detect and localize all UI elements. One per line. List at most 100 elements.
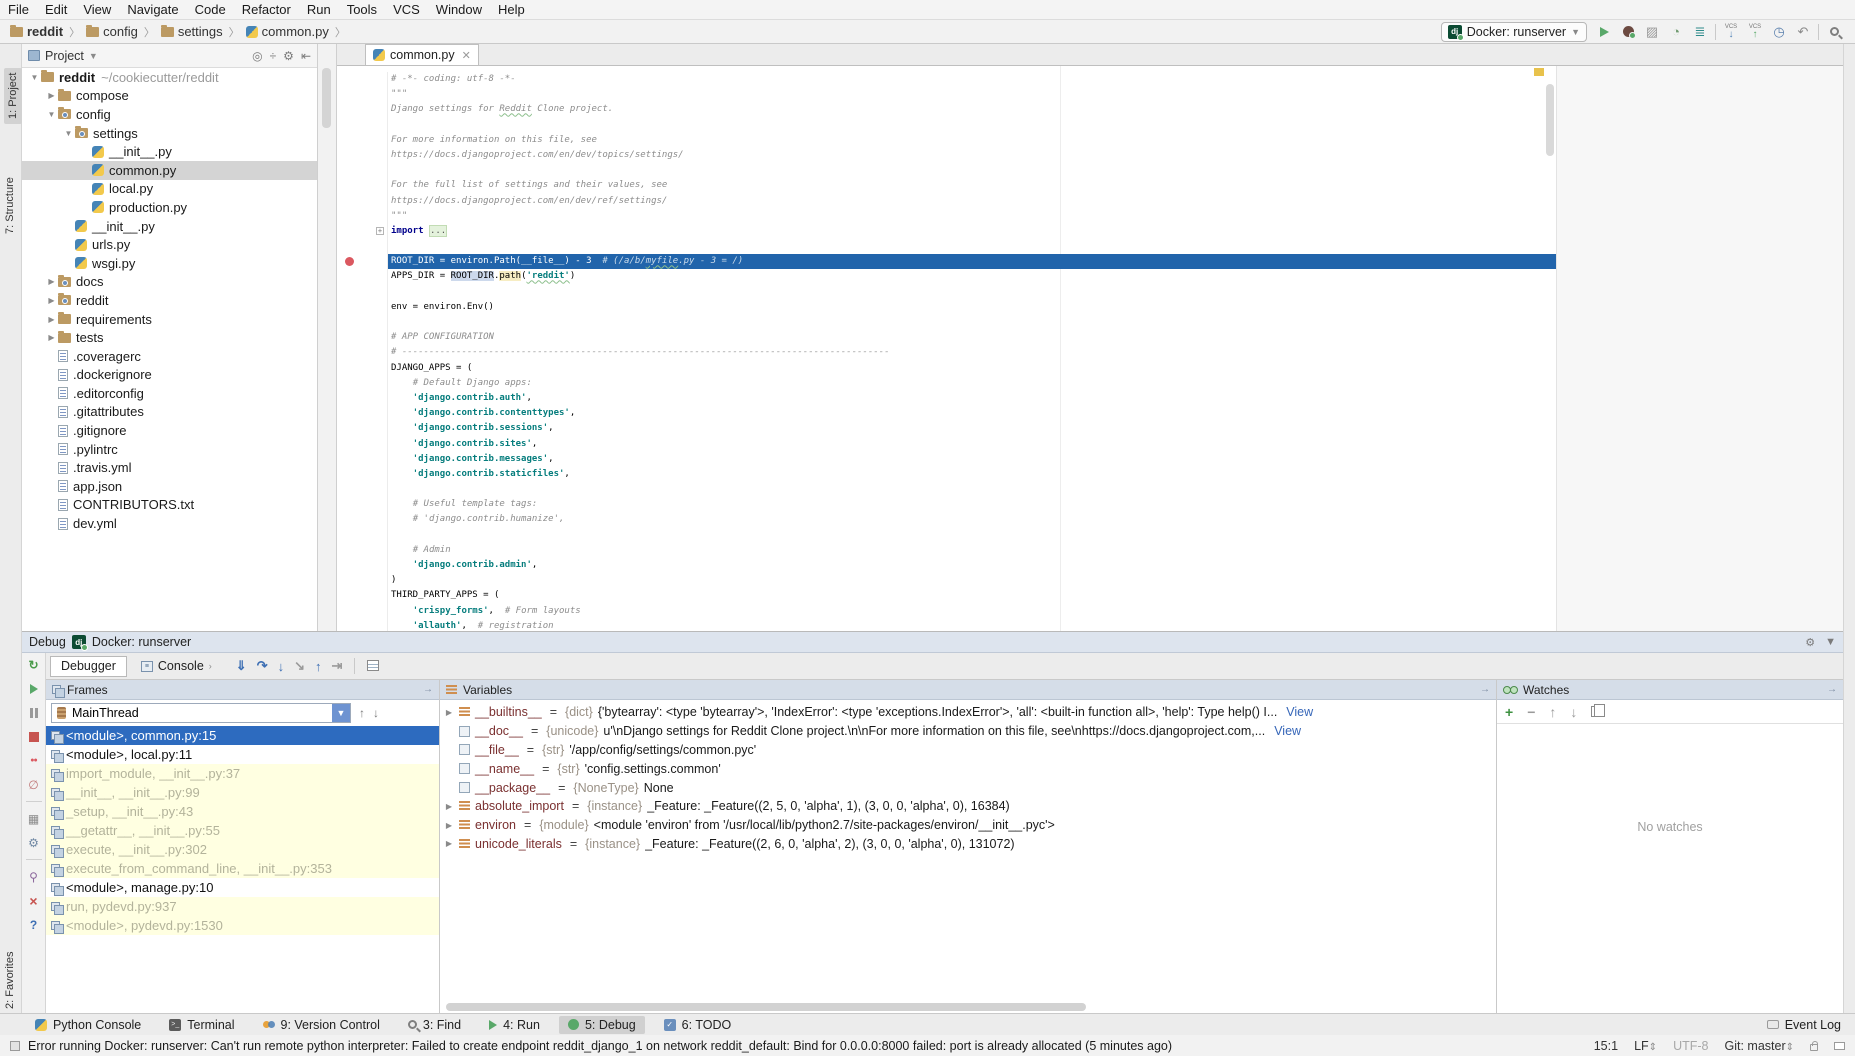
editor-gutter[interactable] (337, 148, 388, 163)
collapse-arrow-icon[interactable]: ▼ (45, 110, 58, 119)
editor-gutter[interactable] (337, 482, 388, 497)
editor-gutter[interactable] (337, 254, 388, 269)
encoding-indicator[interactable]: UTF-8 (1673, 1039, 1708, 1053)
git-branch-indicator[interactable]: Git: master⇕ (1724, 1039, 1794, 1053)
panel-options-icon[interactable]: → (423, 684, 433, 695)
code-line[interactable]: # Admin (337, 543, 1556, 558)
tree-item-__init__py[interactable]: __init__.py (22, 217, 317, 236)
collapse-all-icon[interactable]: ÷ (270, 49, 277, 63)
frame-row[interactable]: <module>, manage.py:10 (46, 878, 439, 897)
editor-gutter[interactable] (337, 528, 388, 543)
code-line[interactable]: ) (337, 573, 1556, 588)
editor-gutter[interactable] (337, 573, 388, 588)
pin-button[interactable]: ⚲ (26, 869, 42, 884)
view-breakpoints-button[interactable]: ●● (26, 753, 42, 768)
editor-gutter[interactable] (337, 437, 388, 452)
editor-gutter[interactable] (337, 102, 388, 117)
code-line[interactable]: 'django.contrib.contenttypes', (337, 406, 1556, 421)
code-line[interactable]: env = environ.Env() (337, 300, 1556, 315)
lock-icon[interactable] (1810, 1044, 1818, 1051)
menu-item-navigate[interactable]: Navigate (119, 1, 186, 18)
menu-item-edit[interactable]: Edit (37, 1, 75, 18)
tree-item-pylintrc[interactable]: .pylintrc (22, 440, 317, 459)
tree-item-editorconfig[interactable]: .editorconfig (22, 384, 317, 403)
hide-panel-icon[interactable]: ⇤ (301, 49, 311, 63)
code-line[interactable]: 'django.contrib.staticfiles', (337, 467, 1556, 482)
caret-position[interactable]: 15:1 (1594, 1039, 1618, 1053)
stop-button[interactable] (26, 729, 42, 744)
toolwindow-button-6-todo[interactable]: ✓6: TODO (655, 1016, 741, 1034)
frame-row[interactable]: <module>, common.py:15 (46, 726, 439, 745)
code-line[interactable]: 'django.contrib.auth', (337, 391, 1556, 406)
editor-gutter[interactable] (337, 361, 388, 376)
locate-file-icon[interactable]: ◎ (252, 49, 262, 63)
code-line[interactable] (337, 528, 1556, 543)
screen-reader-icon[interactable] (1834, 1042, 1845, 1050)
tree-item-localpy[interactable]: local.py (22, 180, 317, 199)
menu-item-view[interactable]: View (75, 1, 119, 18)
vcs-commit-button[interactable]: VCS↑ (1744, 22, 1766, 42)
panel-options-icon[interactable]: → (1827, 684, 1837, 695)
toolwindow-button-3-find[interactable]: 3: Find (399, 1016, 470, 1034)
editor-gutter[interactable] (337, 376, 388, 391)
expand-arrow-icon[interactable]: ▶ (444, 821, 454, 830)
editor-gutter[interactable] (337, 133, 388, 148)
code-line[interactable] (337, 285, 1556, 300)
editor-gutter[interactable] (337, 87, 388, 102)
code-line[interactable]: 'django.contrib.messages', (337, 452, 1556, 467)
variable-row[interactable]: __file__={str} '/app/config/settings/com… (440, 741, 1496, 760)
editor-gutter[interactable] (337, 467, 388, 482)
editor-scrollbar[interactable] (1546, 84, 1554, 156)
vcs-update-button[interactable]: VCS↓ (1720, 22, 1742, 42)
view-link[interactable]: View (1274, 724, 1301, 738)
code-line[interactable]: 'django.contrib.sites', (337, 437, 1556, 452)
remove-button[interactable]: − (1527, 704, 1535, 720)
code-line[interactable]: For the full list of settings and their … (337, 178, 1556, 193)
expand-arrow-icon[interactable]: ▶ (444, 802, 454, 811)
menu-item-window[interactable]: Window (428, 1, 490, 18)
code-line[interactable]: """ (337, 87, 1556, 102)
tree-item-gitattributes[interactable]: .gitattributes (22, 403, 317, 422)
editor-gutter[interactable] (337, 588, 388, 603)
pause-button[interactable] (26, 705, 42, 720)
code-line-execution[interactable]: ROOT_DIR = environ.Path(__file__) - 3 # … (337, 254, 1556, 269)
editor-gutter[interactable] (337, 315, 388, 330)
frame-row[interactable]: __getattr__, __init__.py:55 (46, 821, 439, 840)
frame-row[interactable]: <module>, local.py:11 (46, 745, 439, 764)
tree-item-compose[interactable]: ▶compose (22, 87, 317, 106)
tree-item-CONTRIBUTORStxt[interactable]: CONTRIBUTORS.txt (22, 496, 317, 515)
collapse-arrow-icon[interactable]: ▼ (28, 73, 41, 82)
editor-gutter[interactable] (337, 178, 388, 193)
expand-arrow-icon[interactable]: ▶ (45, 333, 58, 342)
editor-gutter[interactable] (337, 619, 388, 631)
mute-breakpoints-button[interactable]: ∅ (26, 777, 42, 792)
tree-item-urlspy[interactable]: urls.py (22, 235, 317, 254)
expand-arrow-icon[interactable]: ▶ (45, 91, 58, 100)
editor-gutter[interactable] (337, 330, 388, 345)
code-line[interactable]: For more information on this file, see (337, 133, 1556, 148)
code-line[interactable] (337, 163, 1556, 178)
editor-gutter[interactable] (337, 543, 388, 558)
toolwindow-button-python-console[interactable]: Python Console (26, 1016, 150, 1034)
tree-item-requirements[interactable]: ▶requirements (22, 310, 317, 329)
resume-button[interactable] (26, 681, 42, 696)
editor-gutter[interactable] (337, 209, 388, 224)
frame-row[interactable]: import_module, __init__.py:37 (46, 764, 439, 783)
line-ending-indicator[interactable]: LF⇕ (1634, 1039, 1657, 1053)
rerun-button[interactable]: ↻ (26, 657, 42, 672)
menu-item-run[interactable]: Run (299, 1, 339, 18)
coverage-button[interactable]: ▨ (1641, 22, 1663, 42)
code-line[interactable] (337, 118, 1556, 133)
expand-arrow-icon[interactable]: ▶ (444, 708, 454, 717)
editor-gutter[interactable] (337, 300, 388, 315)
toolwindow-button-9-version-control[interactable]: 9: Version Control (254, 1016, 389, 1034)
run-configuration-select[interactable]: dj Docker: runserver ▼ (1441, 22, 1587, 42)
menu-item-refactor[interactable]: Refactor (234, 1, 299, 18)
expand-arrow-icon[interactable]: ▶ (45, 277, 58, 286)
code-line[interactable]: 'allauth', # registration (337, 619, 1556, 631)
gear-icon[interactable]: ⚙ (283, 49, 294, 63)
tree-item-__init__py[interactable]: __init__.py (22, 142, 317, 161)
move-up-button[interactable]: ↑ (1549, 704, 1556, 720)
panel-options-icon[interactable]: → (1480, 684, 1490, 695)
tab-console[interactable]: ≡ Console › (131, 656, 222, 677)
